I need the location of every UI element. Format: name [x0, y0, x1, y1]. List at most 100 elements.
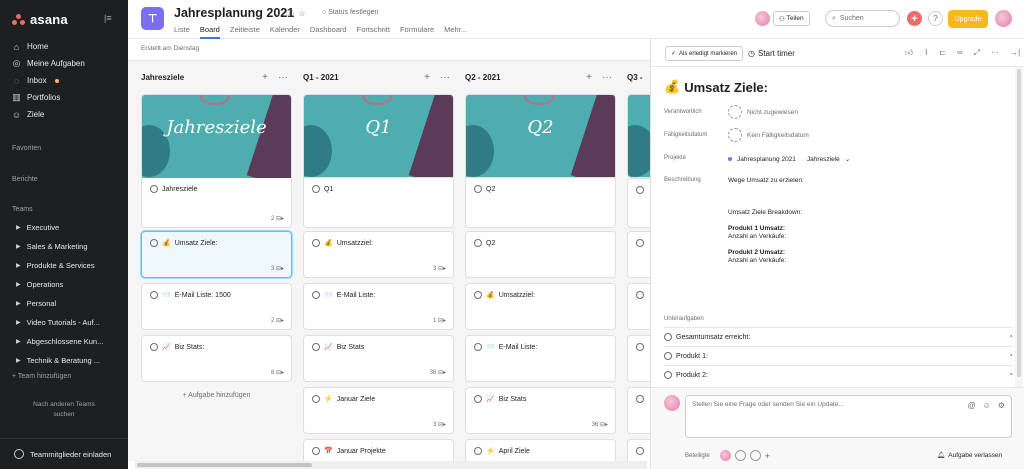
- board-card[interactable]: 📨 E-Mail Liste: 1500 2 ⊟▸: [141, 283, 292, 330]
- tab-timeline[interactable]: Zeitleiste: [230, 25, 260, 39]
- add-team-link[interactable]: + Team hinzufügen: [12, 373, 71, 380]
- team-item[interactable]: ▶ Abgeschlossene Kun...: [16, 337, 103, 346]
- emoji-icon[interactable]: ☺: [983, 401, 991, 410]
- nav-my-tasks[interactable]: ◎ Meine Aufgaben: [12, 58, 85, 68]
- status-button[interactable]: ○ Status festlegen: [322, 9, 378, 16]
- column-title[interactable]: Jahresziele: [141, 73, 184, 82]
- section-favorites[interactable]: Favoriten: [12, 145, 41, 152]
- board-card[interactable]: [627, 94, 650, 178]
- board-card[interactable]: Q2: [465, 94, 616, 178]
- assignee-icon[interactable]: ◔: [1008, 332, 1013, 341]
- like-icon[interactable]: 👍︎: [905, 48, 913, 58]
- tab-forms[interactable]: Formulare: [400, 25, 434, 39]
- team-item[interactable]: ▶ Sales & Marketing: [16, 242, 88, 251]
- check-icon[interactable]: [312, 185, 320, 193]
- check-icon[interactable]: [474, 343, 482, 351]
- team-item[interactable]: ▶ Personal: [16, 299, 56, 308]
- mention-icon[interactable]: @: [968, 401, 976, 410]
- start-timer-button[interactable]: ◷ Start timer: [748, 49, 795, 58]
- subtask-row[interactable]: Produkt 2: ◔: [664, 365, 1013, 384]
- card-body[interactable]: Q2: [465, 178, 616, 228]
- board-card[interactable]: 📨 E-Mail Liste:: [465, 335, 616, 382]
- team-item[interactable]: ▶ Executive: [16, 223, 59, 232]
- section-dropdown[interactable]: Jahresziele: [807, 156, 840, 163]
- card-body[interactable]: Q1: [303, 178, 454, 228]
- check-icon[interactable]: [636, 343, 644, 351]
- member-avatar[interactable]: [755, 11, 770, 26]
- check-icon[interactable]: [664, 352, 672, 360]
- board-card[interactable]: 📨 E-Mail Liste: 1 ⊟▸: [303, 283, 454, 330]
- check-icon[interactable]: [150, 291, 158, 299]
- more-icon[interactable]: ···: [991, 48, 999, 58]
- board-card[interactable]: Q2: [465, 231, 616, 278]
- tab-progress[interactable]: Fortschritt: [357, 25, 390, 39]
- check-icon[interactable]: [312, 291, 320, 299]
- check-icon[interactable]: [312, 395, 320, 403]
- upgrade-button[interactable]: Upgrade: [948, 10, 988, 28]
- check-icon[interactable]: [664, 371, 672, 379]
- close-panel-icon[interactable]: →|: [1010, 48, 1020, 58]
- info-icon[interactable]: ⓘ: [286, 8, 294, 19]
- task-title[interactable]: 💰 Umsatz Ziele:: [664, 79, 768, 95]
- board-card[interactable]: [627, 335, 650, 382]
- team-item[interactable]: ▶ Technik & Beratung ...: [16, 356, 100, 365]
- project-field[interactable]: Jahresplanung 2021 Jahresziele ⌄: [728, 155, 850, 163]
- check-icon[interactable]: [474, 395, 482, 403]
- nav-goals[interactable]: ☺ Ziele: [12, 110, 44, 120]
- assignee-icon[interactable]: ◔: [1008, 370, 1013, 379]
- board-card[interactable]: ⚡ April Ziele: [465, 439, 616, 461]
- team-item[interactable]: ▶ Operations: [16, 280, 63, 289]
- user-avatar[interactable]: [995, 10, 1012, 27]
- quick-add-button[interactable]: +: [907, 11, 922, 26]
- board-card[interactable]: Jahresziele: [141, 94, 292, 191]
- nav-portfolios[interactable]: ▥ Portfolios: [12, 92, 60, 102]
- asana-logo[interactable]: asana: [12, 12, 68, 27]
- check-icon[interactable]: [636, 395, 644, 403]
- board-card[interactable]: ⚡ Januar Ziele 3 ⊟▸: [303, 387, 454, 434]
- add-task-icon[interactable]: +: [262, 72, 268, 83]
- search-input[interactable]: ⌕ Suchen: [825, 10, 900, 27]
- more-icon[interactable]: ···: [602, 72, 612, 83]
- team-item[interactable]: ▶ Video Tutorials - Auf...: [16, 318, 100, 327]
- board-card[interactable]: 📅 Januar Projekte: [303, 439, 454, 461]
- board-card[interactable]: 📈 Biz Stats 36 ⊟▸: [465, 387, 616, 434]
- column-title[interactable]: Q1 - 2021: [303, 73, 339, 82]
- assignee-icon[interactable]: ◔: [1008, 351, 1013, 360]
- board-card[interactable]: [627, 283, 650, 330]
- invite-members-button[interactable]: Teammitglieder einladen: [0, 438, 128, 469]
- check-icon[interactable]: [636, 291, 644, 299]
- check-icon[interactable]: [312, 239, 320, 247]
- due-date-field[interactable]: Kein Fälligkeitsdatum: [728, 128, 809, 142]
- add-task-icon[interactable]: +: [586, 72, 592, 83]
- tab-dashboard[interactable]: Dashboard: [310, 25, 347, 39]
- chevron-down-icon[interactable]: ⌄: [845, 155, 850, 163]
- follower-avatar[interactable]: [719, 450, 731, 461]
- section-teams[interactable]: Teams: [12, 206, 33, 213]
- tab-board[interactable]: Board: [199, 25, 220, 39]
- card-body[interactable]: Jahresziele 2 ⊟▸: [141, 178, 292, 228]
- leave-task-button[interactable]: 🔔︎ Aufgabe verlassen: [937, 451, 1002, 460]
- assignee-field[interactable]: Nicht zugewiesen: [728, 105, 798, 119]
- description-editor[interactable]: Wege Umsatz zu erzielen: Umsatz Ziele Br…: [728, 177, 804, 265]
- board-card-selected[interactable]: 💰 Umsatz Ziele: 3 ⊟▸: [141, 231, 292, 278]
- board-card[interactable]: 💰 Umsatzziel:: [465, 283, 616, 330]
- board-card[interactable]: [627, 231, 650, 278]
- check-icon[interactable]: [664, 333, 672, 341]
- card-body[interactable]: [627, 178, 650, 228]
- add-follower-icon[interactable]: +: [765, 451, 770, 461]
- star-icon[interactable]: ☆: [299, 9, 306, 18]
- board-card[interactable]: 💰 Umsatzziel: 3 ⊟▸: [303, 231, 454, 278]
- more-icon[interactable]: ···: [440, 72, 450, 83]
- check-icon[interactable]: [150, 239, 158, 247]
- collapse-sidebar-icon[interactable]: |≡: [104, 13, 112, 23]
- check-icon[interactable]: [474, 185, 482, 193]
- team-item[interactable]: ▶ Produkte & Services: [16, 261, 95, 270]
- expand-icon[interactable]: ⤢: [974, 48, 980, 58]
- nav-inbox[interactable]: ◌ Inbox: [12, 76, 59, 86]
- section-reports[interactable]: Berichte: [12, 176, 38, 183]
- check-icon[interactable]: [636, 186, 644, 194]
- check-icon[interactable]: [474, 447, 482, 455]
- more-icon[interactable]: ···: [278, 72, 288, 83]
- follower-placeholder-icon[interactable]: [734, 450, 746, 461]
- board-card[interactable]: [627, 387, 650, 434]
